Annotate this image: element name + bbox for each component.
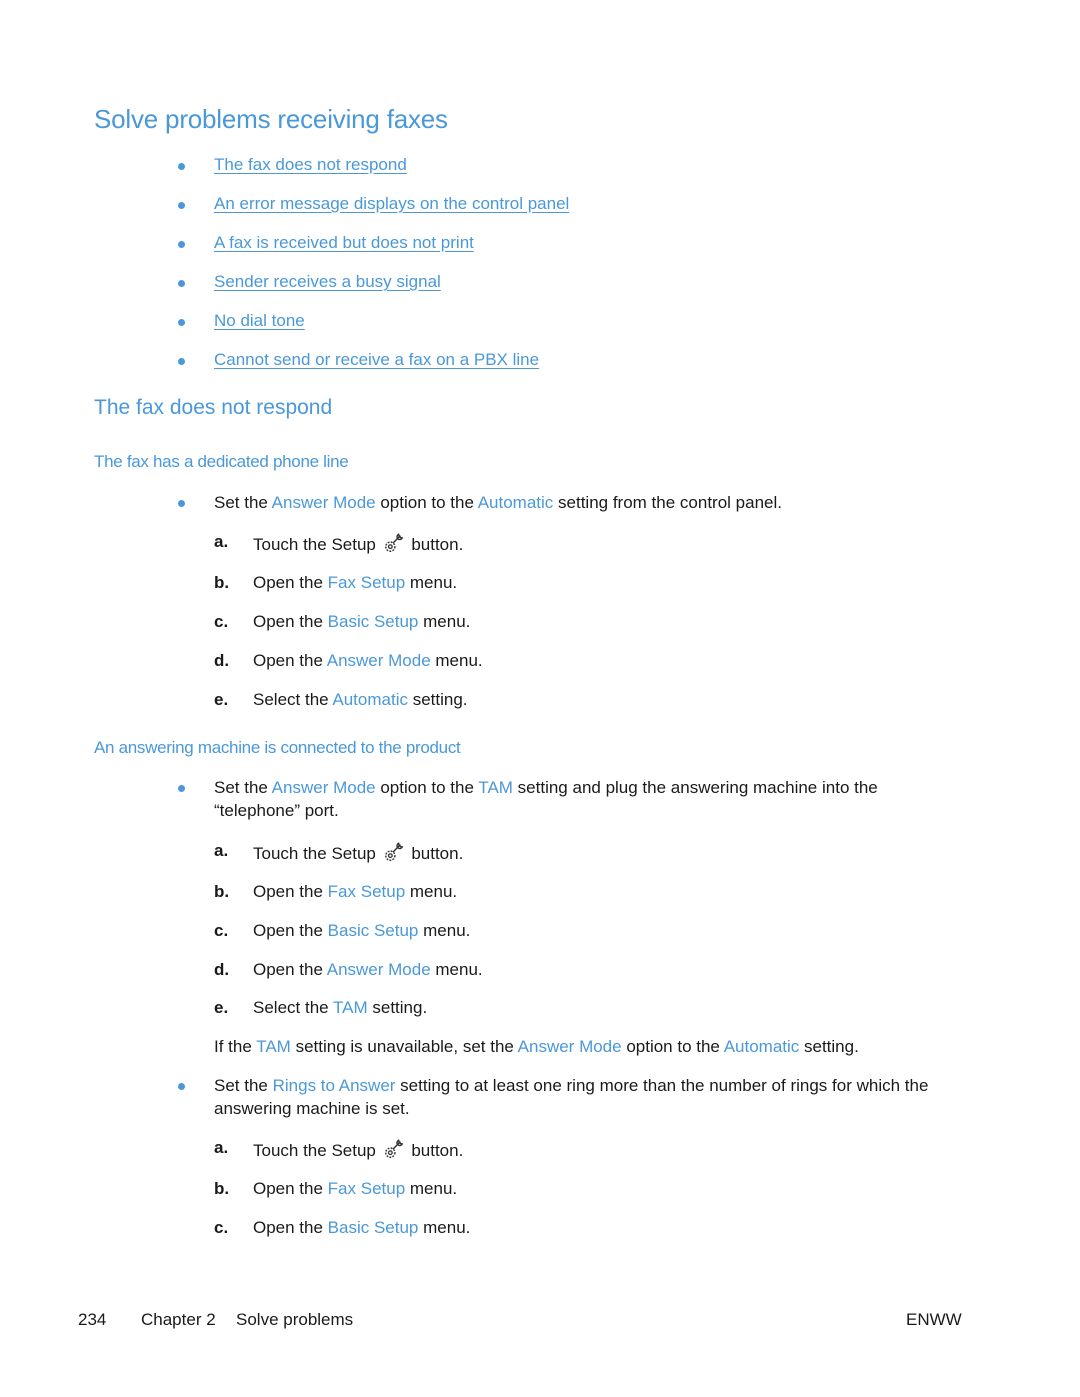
ui-term: Fax Setup [327, 1179, 406, 1198]
setup-wrench-gear-icon [384, 1139, 403, 1158]
page-title: Solve problems receiving faxes [94, 104, 448, 134]
section-heading: The fax does not respond [94, 396, 333, 419]
toc-link-received-not-print[interactable]: A fax is received but does not print [214, 233, 474, 253]
bullet-dot-icon [178, 319, 185, 326]
bullet-dot-icon [178, 500, 185, 507]
ui-term: Fax Setup [327, 573, 406, 592]
footer-chapter-title: Solve problems [236, 1310, 354, 1329]
toc-link-busy-signal[interactable]: Sender receives a busy signal [214, 272, 441, 292]
ui-term: TAM [256, 1037, 291, 1056]
toc-link-fax-does-not-respond[interactable]: The fax does not respond [214, 155, 407, 175]
bullet-dot-icon [178, 163, 185, 170]
ui-term: Fax Setup [327, 882, 406, 901]
instruction-bullet: Set the Rings to Answer setting to at le… [214, 1076, 929, 1118]
ui-term: Basic Setup [327, 612, 419, 631]
bullet-dot-icon [178, 280, 185, 287]
ui-term: TAM [478, 778, 513, 797]
subsection-heading-answering-machine: An answering machine is connected to the… [94, 738, 461, 757]
toc-link-pbx-line[interactable]: Cannot send or receive a fax on a PBX li… [214, 350, 539, 370]
bullet-dot-icon [178, 241, 185, 248]
bullet-dot-icon [178, 358, 185, 365]
subsection-heading-dedicated-line: The fax has a dedicated phone line [94, 452, 349, 471]
footer-locale: ENWW [906, 1310, 962, 1329]
ui-term: Basic Setup [327, 1218, 419, 1237]
ui-term: Answer Mode [326, 651, 431, 670]
ui-term: Automatic [332, 690, 408, 709]
instruction-bullet: Set the Answer Mode option to the Automa… [214, 493, 782, 512]
footer-chapter: Chapter 2 [141, 1310, 216, 1329]
bullet-dot-icon [178, 785, 185, 792]
bullet-dot-icon [178, 202, 185, 209]
ui-term: Answer Mode [271, 493, 376, 512]
ui-term: Basic Setup [327, 921, 419, 940]
setup-wrench-gear-icon [384, 842, 403, 861]
note-paragraph: If the TAM setting is unavailable, set t… [214, 1037, 859, 1056]
instruction-bullet: Set the Answer Mode option to the TAM se… [214, 778, 878, 820]
toc-link-no-dial-tone[interactable]: No dial tone [214, 311, 305, 331]
ui-term: Automatic [723, 1037, 800, 1056]
ui-term: Answer Mode [326, 960, 431, 979]
bullet-dot-icon [178, 1083, 185, 1090]
setup-wrench-gear-icon [384, 533, 403, 552]
ui-term: Automatic [477, 493, 554, 512]
ui-term: Answer Mode [517, 1037, 622, 1056]
page-number: 234 [78, 1310, 107, 1329]
toc-link-error-message[interactable]: An error message displays on the control… [214, 194, 569, 214]
ui-term: Rings to Answer [272, 1076, 396, 1095]
ui-term: TAM [333, 998, 368, 1017]
ui-term: Answer Mode [271, 778, 376, 797]
